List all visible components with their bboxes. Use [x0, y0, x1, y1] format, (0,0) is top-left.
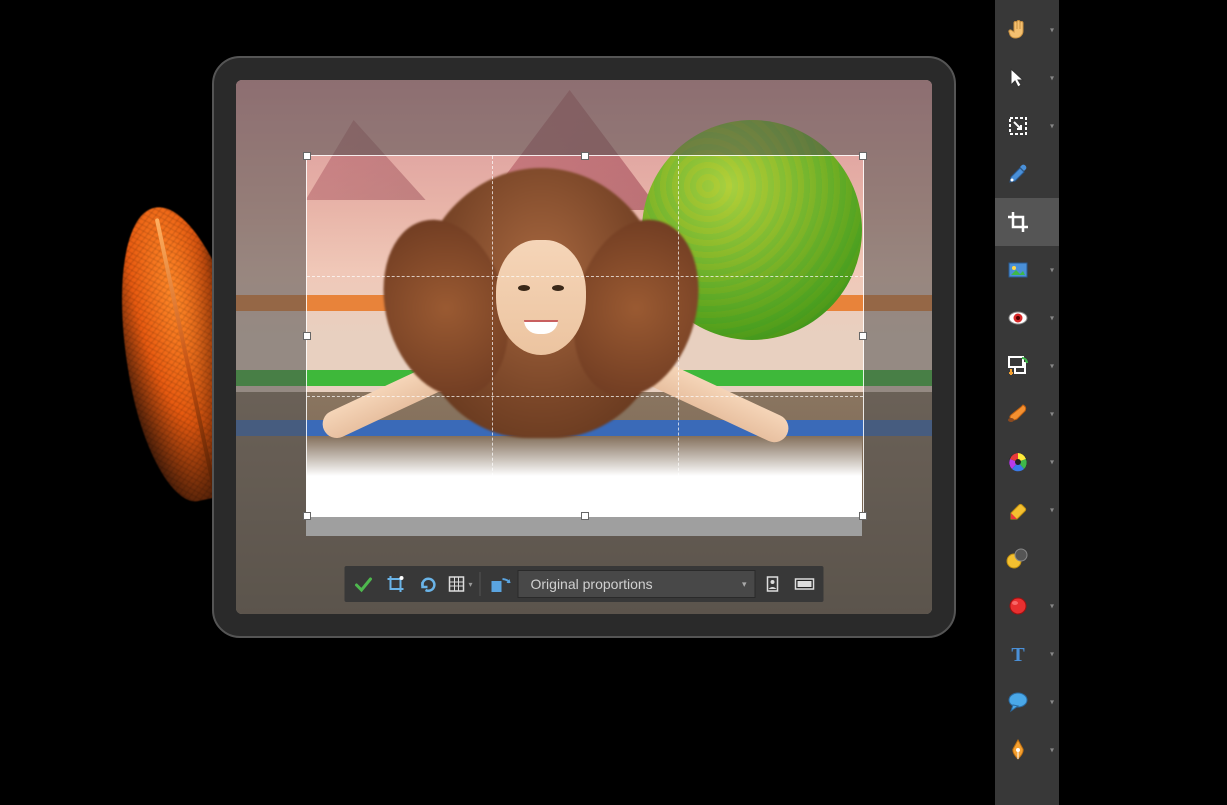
- crop-box[interactable]: [306, 155, 864, 517]
- crop-selection[interactable]: [306, 155, 864, 517]
- chevron-down-icon[interactable]: ▾: [1050, 362, 1054, 371]
- brush-tool[interactable]: ▾: [995, 390, 1059, 438]
- circle-icon: [1003, 591, 1033, 621]
- pointer-tool[interactable]: ▾: [995, 54, 1059, 102]
- chevron-down-icon[interactable]: ▾: [1050, 698, 1054, 707]
- text-tool[interactable]: T▾: [995, 630, 1059, 678]
- landscape-button[interactable]: [790, 570, 820, 598]
- redeye-tool[interactable]: ▾: [995, 294, 1059, 342]
- chevron-down-icon[interactable]: ▾: [1050, 506, 1054, 515]
- chevron-down-icon[interactable]: ▾: [1050, 266, 1054, 275]
- chevron-down-icon[interactable]: ▾: [1050, 602, 1054, 611]
- image-tool[interactable]: ▾: [995, 246, 1059, 294]
- svg-text:T: T: [1011, 644, 1025, 666]
- chevron-down-icon[interactable]: ▾: [1050, 458, 1054, 467]
- undo-icon: [418, 574, 438, 594]
- colorwheel-tool[interactable]: ▾: [995, 438, 1059, 486]
- apply-button[interactable]: [349, 570, 379, 598]
- chevron-down-icon[interactable]: ▾: [1050, 410, 1054, 419]
- crop-handle-ml[interactable]: [303, 332, 311, 340]
- portrait-icon: [763, 575, 783, 593]
- eyedropper-icon: [1003, 159, 1033, 189]
- chevron-down-icon[interactable]: ▾: [1050, 74, 1054, 83]
- stamp-icon: [1003, 351, 1033, 381]
- pen-tool[interactable]: ▾: [995, 726, 1059, 774]
- crop-handle-tl[interactable]: [303, 152, 311, 160]
- chevron-down-icon: ▾: [742, 579, 747, 590]
- chevron-down-icon[interactable]: ▾: [1050, 650, 1054, 659]
- crop-tool[interactable]: [995, 198, 1059, 246]
- tool-sidebar: ▾▾▾▾▾▾▾▾▾▾T▾▾▾: [995, 0, 1059, 805]
- crop-handle-bl[interactable]: [303, 512, 311, 520]
- reset-button[interactable]: [413, 570, 443, 598]
- hand-icon: [1003, 15, 1033, 45]
- eyedropper-tool[interactable]: [995, 150, 1059, 198]
- brush-icon: [1003, 399, 1033, 429]
- crop-handle-mr[interactable]: [859, 332, 867, 340]
- eraser-tool[interactable]: ▾: [995, 486, 1059, 534]
- crop-handle-tr[interactable]: [859, 152, 867, 160]
- grid-button[interactable]: ▾: [445, 570, 475, 598]
- tablet-frame: ▾ Original proportions ▾: [212, 56, 956, 638]
- stamp-tool[interactable]: ▾: [995, 342, 1059, 390]
- proportions-select[interactable]: Original proportions ▾: [518, 570, 756, 598]
- crop-icon: [1003, 207, 1033, 237]
- redeye-icon: [1003, 303, 1033, 333]
- image-icon: [1003, 255, 1033, 285]
- portrait-button[interactable]: [758, 570, 788, 598]
- pen-icon: [1003, 735, 1033, 765]
- callout-icon: [1003, 687, 1033, 717]
- rotate-icon: [490, 574, 512, 594]
- crop-handle-br[interactable]: [859, 512, 867, 520]
- text-icon: T: [1003, 639, 1033, 669]
- grid-icon: [446, 574, 466, 594]
- chevron-down-icon[interactable]: ▾: [1050, 26, 1054, 35]
- eraser-icon: [1003, 495, 1033, 525]
- crop-handle-tc[interactable]: [581, 152, 589, 160]
- swap-tool[interactable]: [995, 534, 1059, 582]
- crop-icon-button[interactable]: [381, 570, 411, 598]
- editor-screen: ▾ Original proportions ▾: [236, 80, 932, 614]
- hand-tool[interactable]: ▾: [995, 6, 1059, 54]
- chevron-down-icon[interactable]: ▾: [1050, 122, 1054, 131]
- selection-icon: [1003, 111, 1033, 141]
- circle-tool[interactable]: ▾: [995, 582, 1059, 630]
- pointer-icon: [1003, 63, 1033, 93]
- callout-tool[interactable]: ▾: [995, 678, 1059, 726]
- landscape-icon: [794, 575, 816, 593]
- rotate-button[interactable]: [486, 570, 516, 598]
- chevron-down-icon[interactable]: ▾: [1050, 746, 1054, 755]
- editor-canvas[interactable]: [236, 80, 932, 614]
- check-icon: [354, 574, 374, 594]
- selection-tool[interactable]: ▾: [995, 102, 1059, 150]
- proportions-label: Original proportions: [531, 576, 653, 592]
- colorwheel-icon: [1003, 447, 1033, 477]
- crop-handle-bc[interactable]: [581, 512, 589, 520]
- chevron-down-icon[interactable]: ▾: [1050, 314, 1054, 323]
- crop-icon: [386, 574, 406, 594]
- swap-icon: [1003, 543, 1033, 573]
- crop-toolbar: ▾ Original proportions ▾: [345, 566, 824, 602]
